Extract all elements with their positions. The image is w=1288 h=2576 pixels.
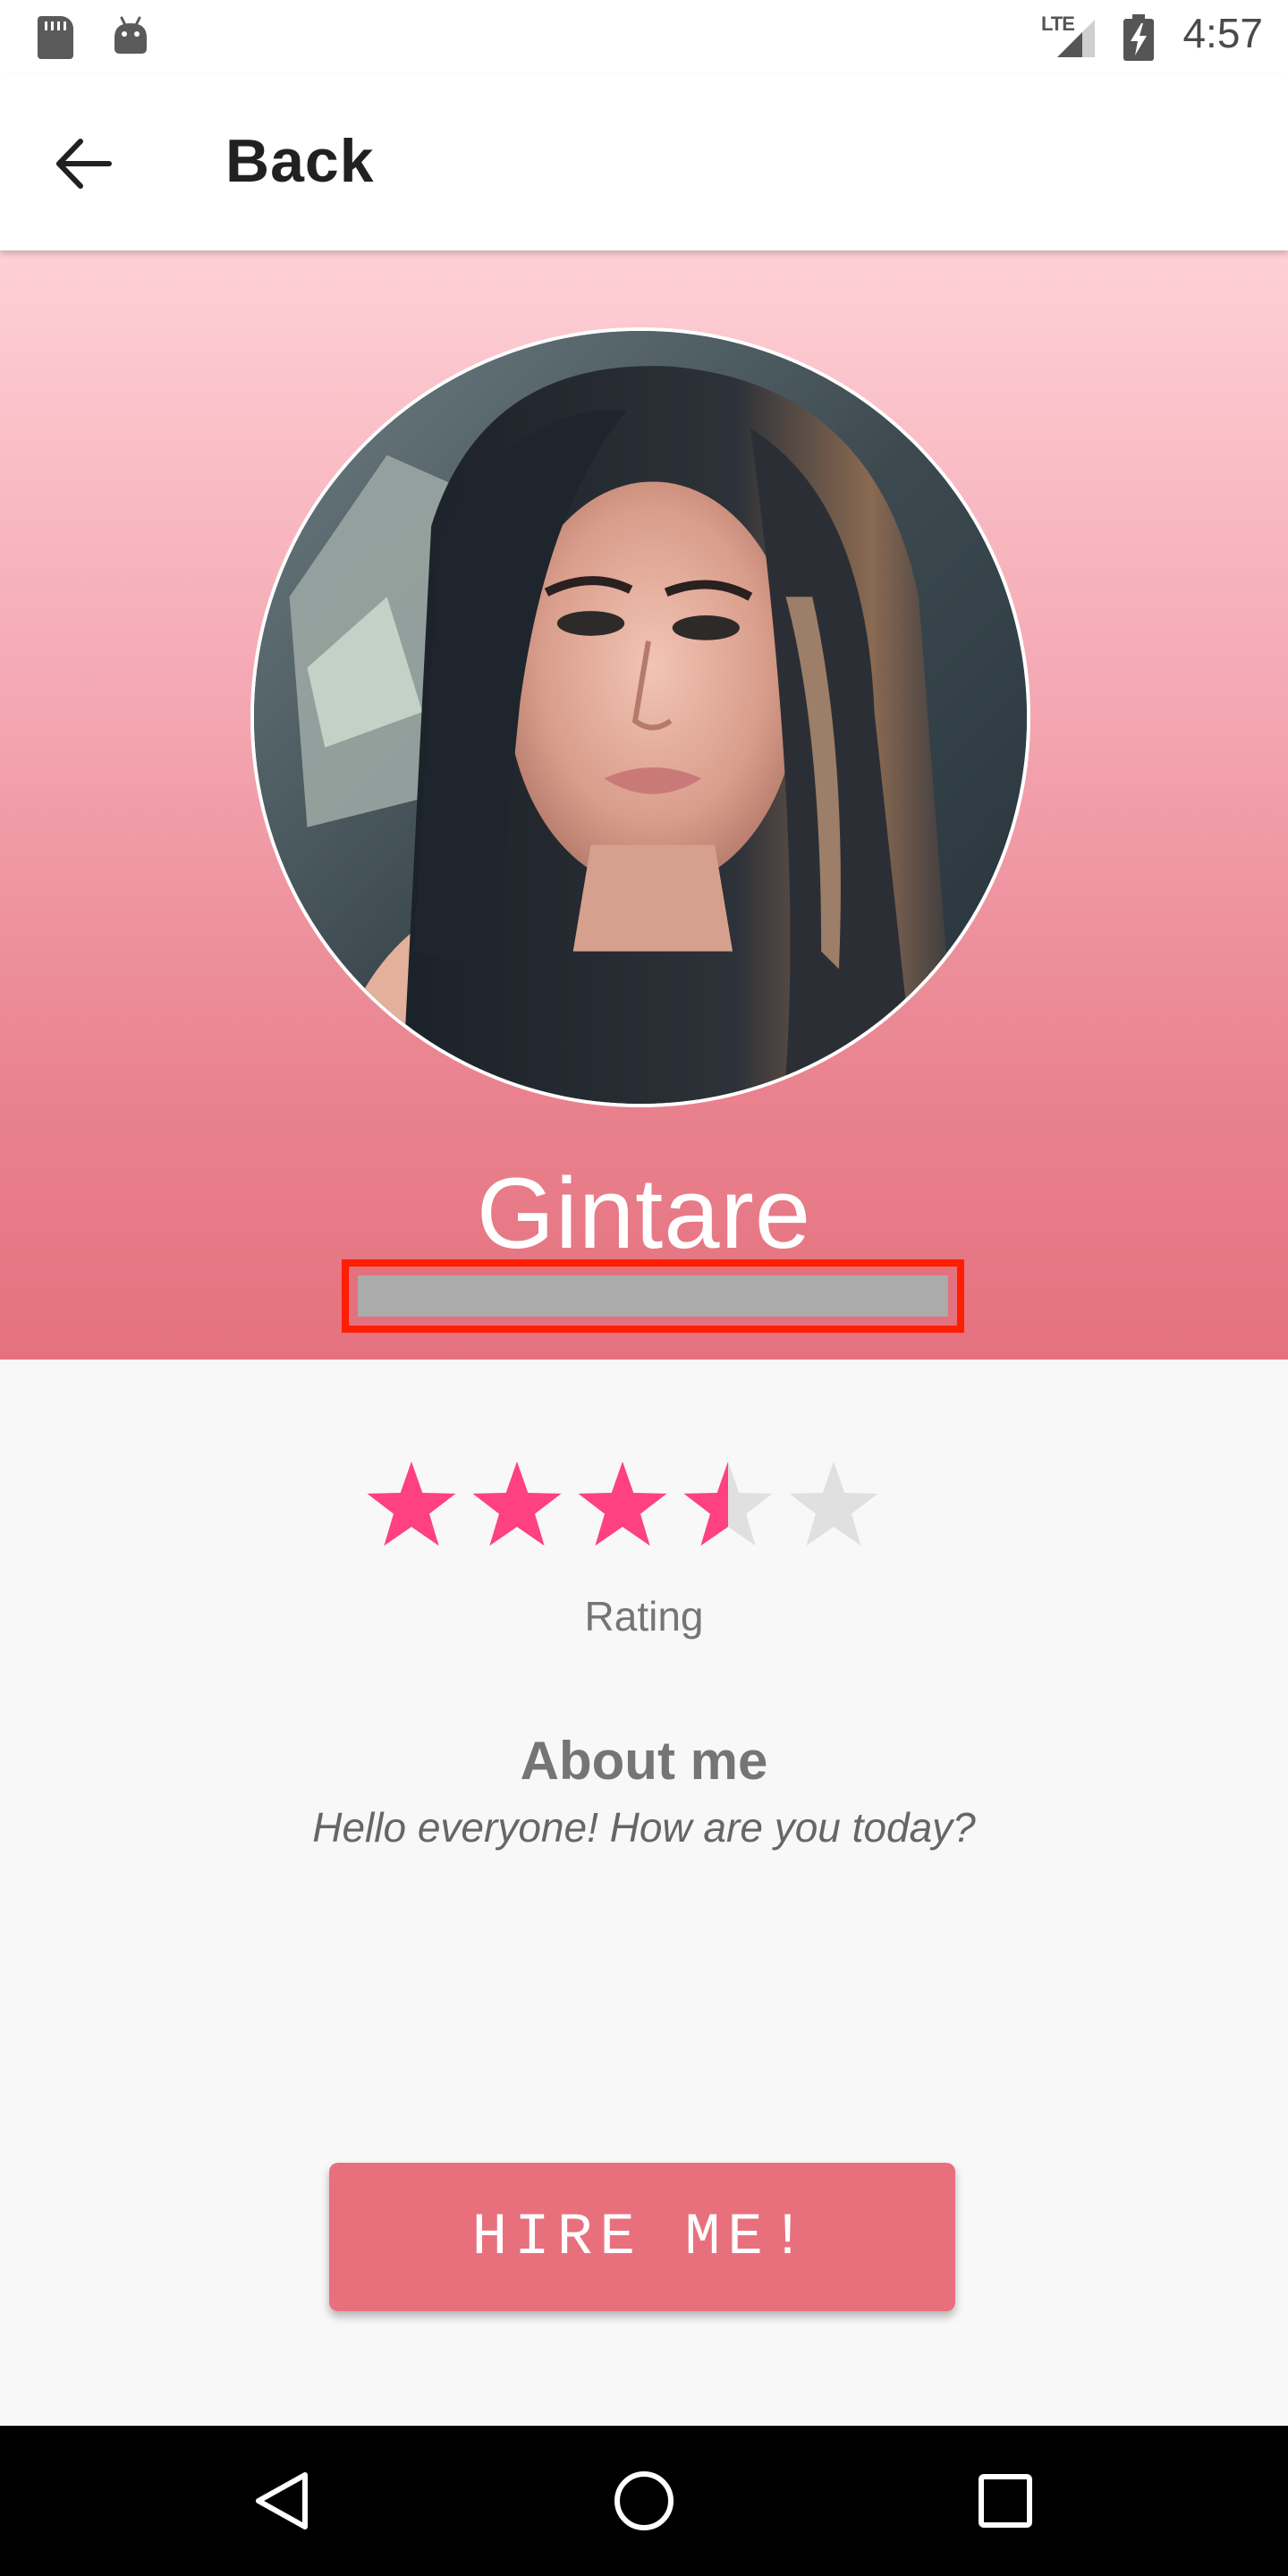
rating-label: Rating xyxy=(584,1593,704,1640)
avatar[interactable] xyxy=(250,327,1030,1107)
page-title[interactable]: Back xyxy=(225,131,375,191)
rating-star[interactable] xyxy=(789,1462,878,1546)
nav-recents-button[interactable] xyxy=(898,2426,1113,2576)
recents-square-icon xyxy=(979,2474,1032,2528)
about-text: Hello everyone! How are you today? xyxy=(312,1804,976,1851)
sd-card-icon xyxy=(38,16,73,59)
hire-me-button[interactable]: HIRE ME! xyxy=(329,2163,955,2311)
android-icon xyxy=(114,16,147,54)
home-circle-icon xyxy=(614,2471,674,2530)
rating-stars-svg xyxy=(367,1462,878,1546)
status-time: 4:57 xyxy=(1182,10,1263,56)
rating-star[interactable] xyxy=(367,1462,456,1546)
system-nav-bar xyxy=(0,2426,1288,2576)
redacted-subtitle xyxy=(342,1259,964,1333)
rating-bar[interactable] xyxy=(361,1458,916,1556)
lte-signal-icon xyxy=(1057,20,1095,57)
rating-star[interactable] xyxy=(472,1462,562,1546)
profile-header: Gintare xyxy=(0,250,1288,1360)
profile-screen: LTE 4:57 Back Gintare Rating About me He… xyxy=(0,0,1288,2576)
nav-home-button[interactable] xyxy=(537,2426,751,2576)
profile-name: Gintare xyxy=(476,1157,812,1269)
rating-star[interactable] xyxy=(578,1462,667,1546)
battery-charging-icon xyxy=(1123,14,1154,61)
profile-photo xyxy=(254,331,1027,1104)
app-bar: Back xyxy=(0,75,1288,250)
rating-star[interactable] xyxy=(683,1462,773,1546)
arrow-left-icon[interactable] xyxy=(54,134,113,193)
back-triangle-icon xyxy=(256,2472,308,2529)
nav-back-button[interactable] xyxy=(175,2426,390,2576)
status-bar: LTE 4:57 xyxy=(0,0,1288,75)
about-title: About me xyxy=(520,1731,768,1791)
